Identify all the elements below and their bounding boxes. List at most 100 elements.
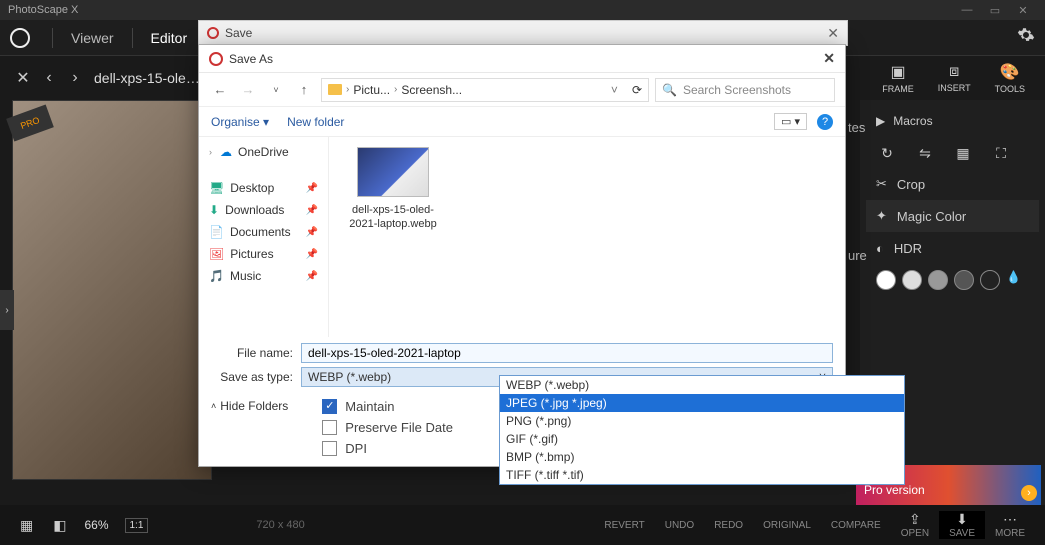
tool-tools[interactable]: 🎨TOOLS bbox=[985, 60, 1035, 96]
revert-button[interactable]: REVERT bbox=[594, 520, 654, 531]
pin-icon: 📌 bbox=[306, 249, 318, 260]
file-type-option[interactable]: WEBP (*.webp) bbox=[500, 376, 904, 394]
left-panel-expand[interactable]: › bbox=[0, 290, 14, 330]
macros-button[interactable]: ▶Macros bbox=[866, 108, 1039, 138]
view-mode-button[interactable]: ▭ ▾ bbox=[774, 113, 807, 130]
organise-menu[interactable]: Organise ▾ bbox=[211, 115, 269, 129]
file-list[interactable]: dell-xps-15-oled-2021-laptop.webp bbox=[329, 137, 845, 337]
cloud-icon: ☁ bbox=[220, 145, 232, 159]
nav-forward-button[interactable]: → bbox=[237, 82, 259, 97]
frame-icon: ▣ bbox=[882, 62, 914, 82]
help-icon[interactable]: ? bbox=[817, 114, 833, 130]
next-file-button[interactable]: › bbox=[62, 65, 88, 91]
checkbox-icon bbox=[322, 441, 337, 456]
search-icon: 🔍 bbox=[662, 83, 677, 97]
crop-icon: ✂ bbox=[876, 176, 887, 192]
file-type-option[interactable]: JPEG (*.jpg *.jpeg) bbox=[500, 394, 904, 412]
chevron-up-icon: ˄ bbox=[211, 401, 216, 411]
prev-file-button[interactable]: ‹ bbox=[36, 65, 62, 91]
pin-icon: 📌 bbox=[306, 205, 318, 216]
crop-dashed-icon[interactable]: ▦ bbox=[948, 141, 978, 165]
save-icon: ⬇ bbox=[949, 511, 975, 528]
window-close-button[interactable]: ✕ bbox=[1009, 4, 1037, 17]
window-minimize-button[interactable]: — bbox=[953, 4, 981, 16]
open-button[interactable]: ⇪OPEN bbox=[891, 511, 939, 539]
insert-icon: ⧈ bbox=[938, 63, 971, 81]
tool-frame[interactable]: ▣FRAME bbox=[872, 60, 924, 96]
original-button[interactable]: ORIGINAL bbox=[753, 520, 821, 531]
fit-screen-button[interactable]: ▦ bbox=[10, 517, 43, 534]
swatch-2[interactable] bbox=[902, 270, 922, 290]
preserve-date-checkbox[interactable]: Preserve File Date bbox=[322, 420, 453, 435]
search-input[interactable]: 🔍 Search Screenshots bbox=[655, 78, 835, 102]
hide-folders-button[interactable]: ˄Hide Folders bbox=[211, 399, 288, 413]
play-icon: ▶ bbox=[876, 114, 885, 128]
file-type-option[interactable]: PNG (*.png) bbox=[500, 412, 904, 430]
close-file-button[interactable]: ✕ bbox=[10, 65, 36, 91]
partial-text-ure: ure bbox=[848, 248, 867, 263]
save-button[interactable]: ⬇SAVE bbox=[939, 511, 985, 539]
flip-h-icon[interactable]: ⇋ bbox=[910, 141, 940, 165]
app-logo-icon bbox=[10, 28, 30, 48]
nav-downloads[interactable]: ⬇Downloads📌 bbox=[199, 199, 328, 221]
zoom-1-1-button[interactable]: 1:1 bbox=[125, 518, 149, 533]
save-dialog-titlebar: Save ✕ bbox=[198, 20, 848, 46]
path-breadcrumb[interactable]: › Pictu... › Screensh... ˅ ⟳ bbox=[321, 78, 649, 102]
save-as-close-button[interactable]: ✕ bbox=[823, 50, 835, 67]
color-swatches: 💧 bbox=[866, 264, 1039, 296]
magic-color-button[interactable]: ✦Magic Color bbox=[866, 200, 1039, 232]
tab-editor[interactable]: Editor bbox=[151, 30, 188, 46]
file-type-option[interactable]: BMP (*.bmp) bbox=[500, 448, 904, 466]
wand-icon: ✦ bbox=[876, 208, 887, 224]
file-name-input[interactable] bbox=[301, 343, 833, 363]
new-folder-button[interactable]: New folder bbox=[287, 115, 344, 129]
swatch-1[interactable] bbox=[876, 270, 896, 290]
zoom-level[interactable]: 66% bbox=[84, 518, 108, 532]
refresh-icon[interactable]: ⟳ bbox=[632, 83, 642, 97]
save-as-nav-tree: ›☁OneDrive 🖥Desktop📌 ⬇Downloads📌 📄Docume… bbox=[199, 137, 329, 337]
undo-button[interactable]: UNDO bbox=[655, 520, 704, 531]
window-maximize-button[interactable]: ▭ bbox=[981, 4, 1009, 17]
file-type-option[interactable]: TIFF (*.tiff *.tif) bbox=[500, 466, 904, 484]
crop-button[interactable]: ✂Crop bbox=[866, 168, 1039, 200]
dpi-checkbox[interactable]: DPI bbox=[322, 441, 453, 456]
canvas[interactable]: PRO bbox=[12, 100, 212, 480]
nav-music[interactable]: 🎵Music📌 bbox=[199, 265, 328, 287]
swatch-3[interactable] bbox=[928, 270, 948, 290]
swatch-5[interactable] bbox=[980, 270, 1000, 290]
save-as-toolbar: Organise ▾ New folder ▭ ▾ ? bbox=[199, 107, 845, 137]
nav-documents[interactable]: 📄Documents📌 bbox=[199, 221, 328, 243]
promo-arrow-icon: › bbox=[1021, 485, 1037, 501]
more-button[interactable]: ⋯MORE bbox=[985, 511, 1035, 539]
hdr-button[interactable]: ◐HDR bbox=[866, 232, 1039, 264]
nav-desktop[interactable]: 🖥Desktop📌 bbox=[199, 177, 328, 199]
compare-button[interactable]: COMPARE bbox=[821, 520, 891, 531]
document-icon: 📄 bbox=[209, 225, 224, 239]
tool-insert[interactable]: ⧈INSERT bbox=[928, 61, 981, 95]
redo-button[interactable]: REDO bbox=[704, 520, 753, 531]
file-name-label: dell-xps-15-oled-2021-laptop.webp bbox=[343, 203, 443, 232]
nav-pictures[interactable]: 🖼Pictures📌 bbox=[199, 243, 328, 265]
tab-viewer[interactable]: Viewer bbox=[71, 30, 114, 46]
tools-icon: 🎨 bbox=[995, 62, 1025, 82]
expand-icon[interactable]: ⛶ bbox=[986, 141, 1016, 165]
actual-size-button[interactable]: ◧ bbox=[43, 517, 76, 534]
nav-recent-button[interactable]: ˅ bbox=[265, 85, 287, 95]
chevron-down-icon[interactable]: ˅ bbox=[611, 83, 618, 97]
nav-onedrive[interactable]: ›☁OneDrive bbox=[199, 141, 328, 163]
checkbox-checked-icon bbox=[322, 399, 337, 414]
settings-gear-icon[interactable] bbox=[1017, 26, 1035, 49]
maintain-checkbox[interactable]: Maintain bbox=[322, 399, 453, 414]
save-dialog-close-icon[interactable]: ✕ bbox=[827, 25, 839, 42]
more-icon: ⋯ bbox=[995, 511, 1025, 528]
file-name-label: File name: bbox=[211, 346, 301, 360]
swatch-drop-icon[interactable]: 💧 bbox=[1006, 270, 1026, 290]
file-tile[interactable]: dell-xps-15-oled-2021-laptop.webp bbox=[343, 147, 443, 232]
pictures-icon: 🖼 bbox=[209, 247, 224, 261]
rotate-icon[interactable]: ↻ bbox=[872, 141, 902, 165]
pin-icon: 📌 bbox=[306, 227, 318, 238]
swatch-4[interactable] bbox=[954, 270, 974, 290]
file-type-option[interactable]: GIF (*.gif) bbox=[500, 430, 904, 448]
nav-back-button[interactable]: ← bbox=[209, 82, 231, 97]
nav-up-button[interactable]: ↑ bbox=[293, 82, 315, 97]
